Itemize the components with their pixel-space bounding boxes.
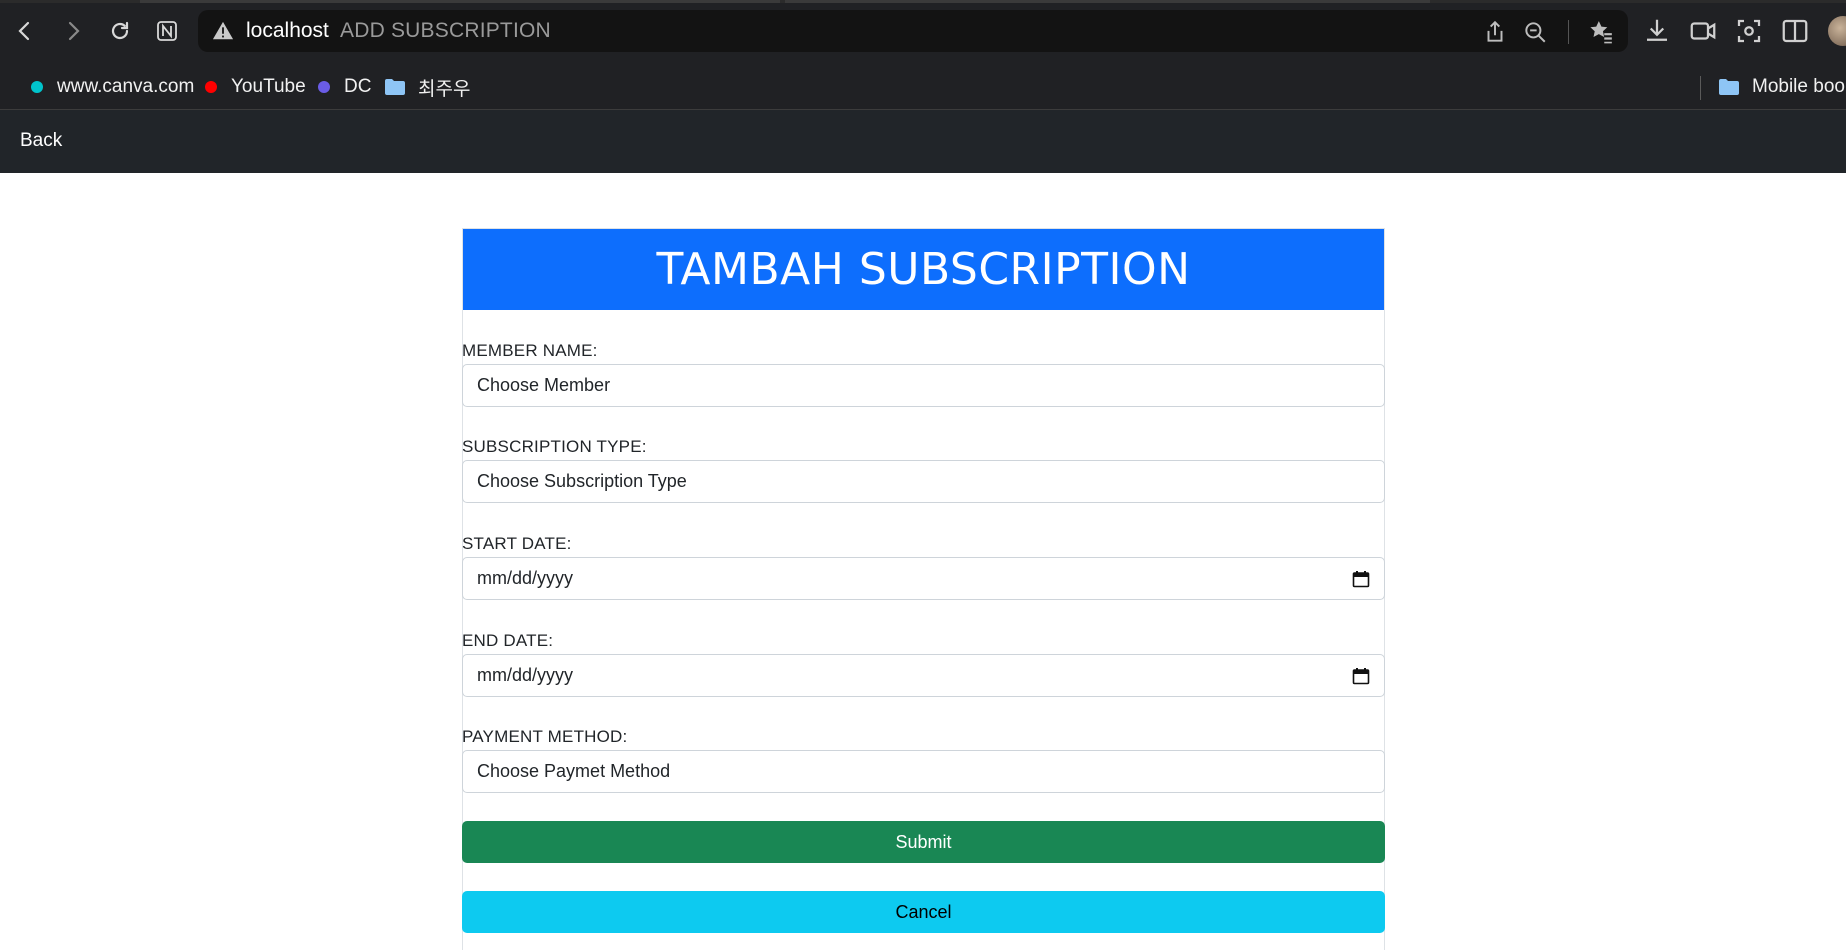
bookmark-canva[interactable]: www.canva.com [31, 72, 194, 102]
back-link[interactable]: Back [20, 130, 62, 152]
calendar-icon[interactable] [1352, 570, 1370, 588]
address-host: localhost [246, 19, 329, 42]
form-heading: TAMBAH SUBSCRIPTION [656, 244, 1191, 295]
browser-chrome: localhost ADD SUBSCRIPTION www.canva.com… [0, 0, 1846, 110]
download-icon[interactable] [1642, 16, 1672, 46]
bookmark-folder[interactable]: 최주우 [384, 72, 470, 102]
bookmark-label: DC [344, 76, 372, 97]
end-date-value: mm/dd/yyyy [477, 665, 574, 685]
chevron-left-icon [18, 21, 30, 41]
bookmark-label: YouTube [231, 76, 306, 97]
member-name-label: MEMBER NAME: [462, 341, 598, 360]
back-nav-button[interactable] [8, 14, 42, 48]
payment-method-label: PAYMENT METHOD: [462, 727, 628, 746]
bookmarks-divider [1700, 76, 1701, 100]
member-name-select[interactable]: Choose Member [462, 364, 1385, 407]
youtube-icon [205, 81, 217, 93]
chevron-right-icon [68, 21, 80, 41]
profile-avatar[interactable] [1828, 16, 1846, 46]
tab-hint [785, 0, 1430, 3]
bookmark-dc[interactable]: DC [318, 72, 371, 102]
end-date-input[interactable]: mm/dd/yyyy [462, 654, 1385, 697]
favorites-icon[interactable] [1588, 19, 1614, 45]
dc-icon [318, 81, 330, 93]
reload-button[interactable] [103, 14, 137, 48]
forward-nav-button[interactable] [56, 14, 90, 48]
reload-icon [111, 21, 129, 40]
canva-icon [31, 81, 43, 93]
payment-method-select[interactable]: Choose Paymet Method [462, 750, 1385, 793]
subscription-form-card: TAMBAH SUBSCRIPTION MEMBER NAME: Choose … [462, 228, 1385, 950]
bookmark-youtube[interactable]: YouTube [205, 72, 306, 102]
card-header: TAMBAH SUBSCRIPTION [463, 229, 1384, 310]
notion-icon [157, 21, 177, 41]
notion-button[interactable] [150, 14, 184, 48]
app-navbar: Back [0, 110, 1846, 173]
screenshot-icon[interactable] [1734, 16, 1764, 46]
member-name-value: Choose Member [477, 375, 611, 395]
address-page-title: ADD SUBSCRIPTION [340, 19, 551, 42]
share-icon[interactable] [1482, 19, 1508, 45]
address-bar[interactable]: localhost ADD SUBSCRIPTION [198, 10, 1628, 52]
bookmarks-bar: www.canva.com YouTube DC 최주우 Mobile boo [0, 66, 1846, 110]
subscription-type-value: Choose Subscription Type [477, 471, 687, 491]
subscription-type-select[interactable]: Choose Subscription Type [462, 460, 1385, 503]
address-divider [1568, 20, 1569, 44]
cancel-button[interactable]: Cancel [462, 891, 1385, 933]
split-view-icon[interactable] [1780, 16, 1810, 46]
video-icon[interactable] [1688, 16, 1718, 46]
start-date-label: START DATE: [462, 534, 572, 553]
folder-icon [1719, 79, 1739, 95]
folder-icon [385, 79, 405, 95]
start-date-input[interactable]: mm/dd/yyyy [462, 557, 1385, 600]
tab-hint [140, 0, 780, 3]
subscription-type-label: SUBSCRIPTION TYPE: [462, 437, 647, 456]
bookmark-mobile-folder[interactable]: Mobile boo [1718, 72, 1845, 102]
bookmark-label: 최주우 [418, 77, 471, 100]
calendar-icon[interactable] [1352, 667, 1370, 685]
warning-triangle-icon [212, 21, 234, 40]
end-date-label: END DATE: [462, 631, 554, 650]
bookmark-label: Mobile boo [1752, 76, 1845, 97]
start-date-value: mm/dd/yyyy [477, 568, 574, 588]
submit-button[interactable]: Submit [462, 821, 1385, 863]
bookmark-label: www.canva.com [57, 76, 195, 97]
payment-method-value: Choose Paymet Method [477, 761, 671, 781]
zoom-out-icon[interactable] [1522, 19, 1548, 45]
